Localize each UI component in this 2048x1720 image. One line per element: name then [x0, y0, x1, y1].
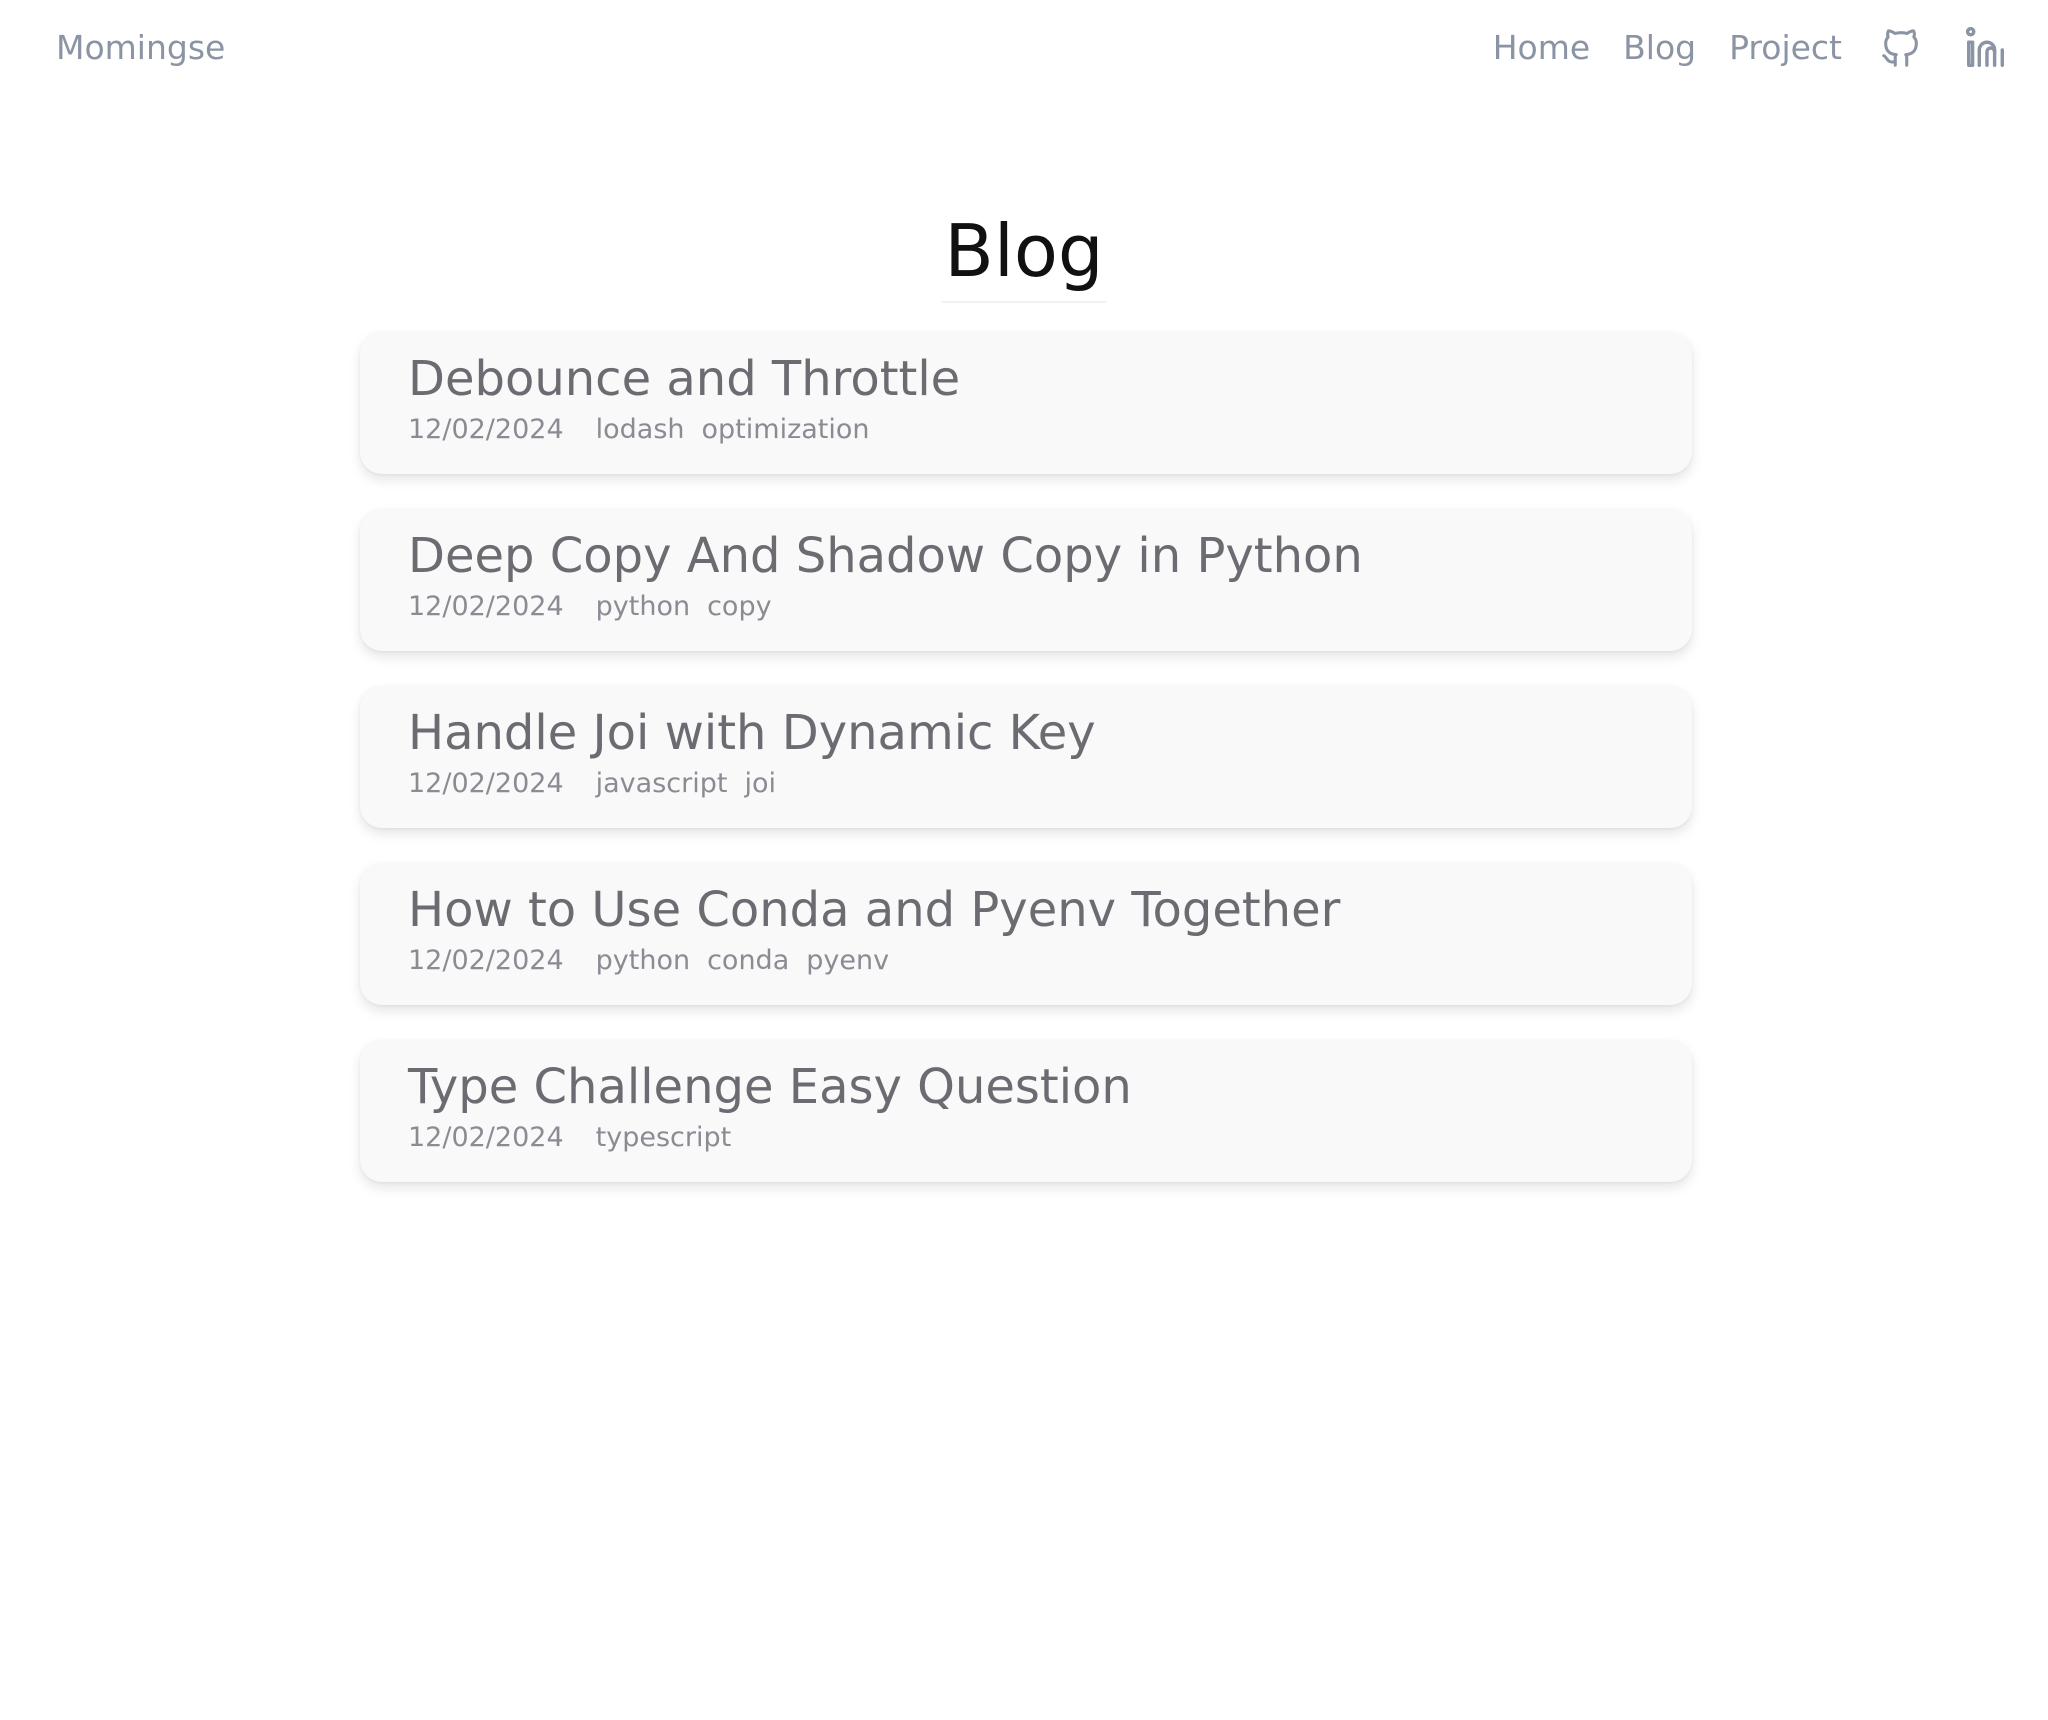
- post-title[interactable]: Deep Copy And Shadow Copy in Python: [408, 527, 1644, 585]
- post-meta: 12/02/2024 lodash optimization: [408, 412, 1644, 448]
- post-tag[interactable]: optimization: [702, 412, 870, 448]
- main-nav: Home Blog Project: [1493, 22, 2012, 74]
- post-date: 12/02/2024: [408, 591, 564, 622]
- nav-home-link[interactable]: Home: [1493, 22, 1590, 74]
- post-card[interactable]: Debounce and Throttle 12/02/2024 lodash …: [360, 332, 1692, 474]
- post-tag[interactable]: conda: [707, 943, 789, 979]
- post-date: 12/02/2024: [408, 945, 564, 976]
- post-card[interactable]: Handle Joi with Dynamic Key 12/02/2024 j…: [360, 686, 1692, 828]
- post-tag[interactable]: typescript: [596, 1120, 732, 1156]
- page: Momingse Home Blog Project Blog Debounce…: [0, 0, 2048, 1720]
- brand-link[interactable]: Momingse: [56, 26, 225, 70]
- page-title-wrap: Blog: [0, 205, 2048, 303]
- post-title[interactable]: Handle Joi with Dynamic Key: [408, 704, 1644, 762]
- nav-project-link[interactable]: Project: [1729, 22, 1842, 74]
- post-date: 12/02/2024: [408, 768, 564, 799]
- post-meta: 12/02/2024 python conda pyenv: [408, 943, 1644, 979]
- post-tag[interactable]: lodash: [596, 412, 685, 448]
- github-icon[interactable]: [1875, 22, 1927, 74]
- post-tag[interactable]: pyenv: [806, 943, 889, 979]
- post-title[interactable]: Type Challenge Easy Question: [408, 1058, 1644, 1116]
- site-header: Momingse Home Blog Project: [0, 0, 2048, 100]
- post-date: 12/02/2024: [408, 414, 564, 445]
- nav-blog-link[interactable]: Blog: [1623, 22, 1696, 74]
- post-card[interactable]: Deep Copy And Shadow Copy in Python 12/0…: [360, 509, 1692, 651]
- post-card[interactable]: How to Use Conda and Pyenv Together 12/0…: [360, 863, 1692, 1005]
- post-date: 12/02/2024: [408, 1122, 564, 1153]
- post-title[interactable]: Debounce and Throttle: [408, 350, 1644, 408]
- post-meta: 12/02/2024 javascript joi: [408, 766, 1644, 802]
- page-title: Blog: [942, 205, 1106, 303]
- post-card[interactable]: Type Challenge Easy Question 12/02/2024 …: [360, 1040, 1692, 1182]
- post-list: Debounce and Throttle 12/02/2024 lodash …: [360, 332, 1692, 1217]
- post-meta: 12/02/2024 typescript: [408, 1120, 1644, 1156]
- post-meta: 12/02/2024 python copy: [408, 589, 1644, 625]
- post-tag[interactable]: javascript: [596, 766, 728, 802]
- post-tag[interactable]: copy: [707, 589, 771, 625]
- post-title[interactable]: How to Use Conda and Pyenv Together: [408, 881, 1644, 939]
- post-tag[interactable]: python: [596, 589, 690, 625]
- post-tag[interactable]: python: [596, 943, 690, 979]
- linkedin-icon[interactable]: [1960, 22, 2012, 74]
- post-tag[interactable]: joi: [744, 766, 776, 802]
